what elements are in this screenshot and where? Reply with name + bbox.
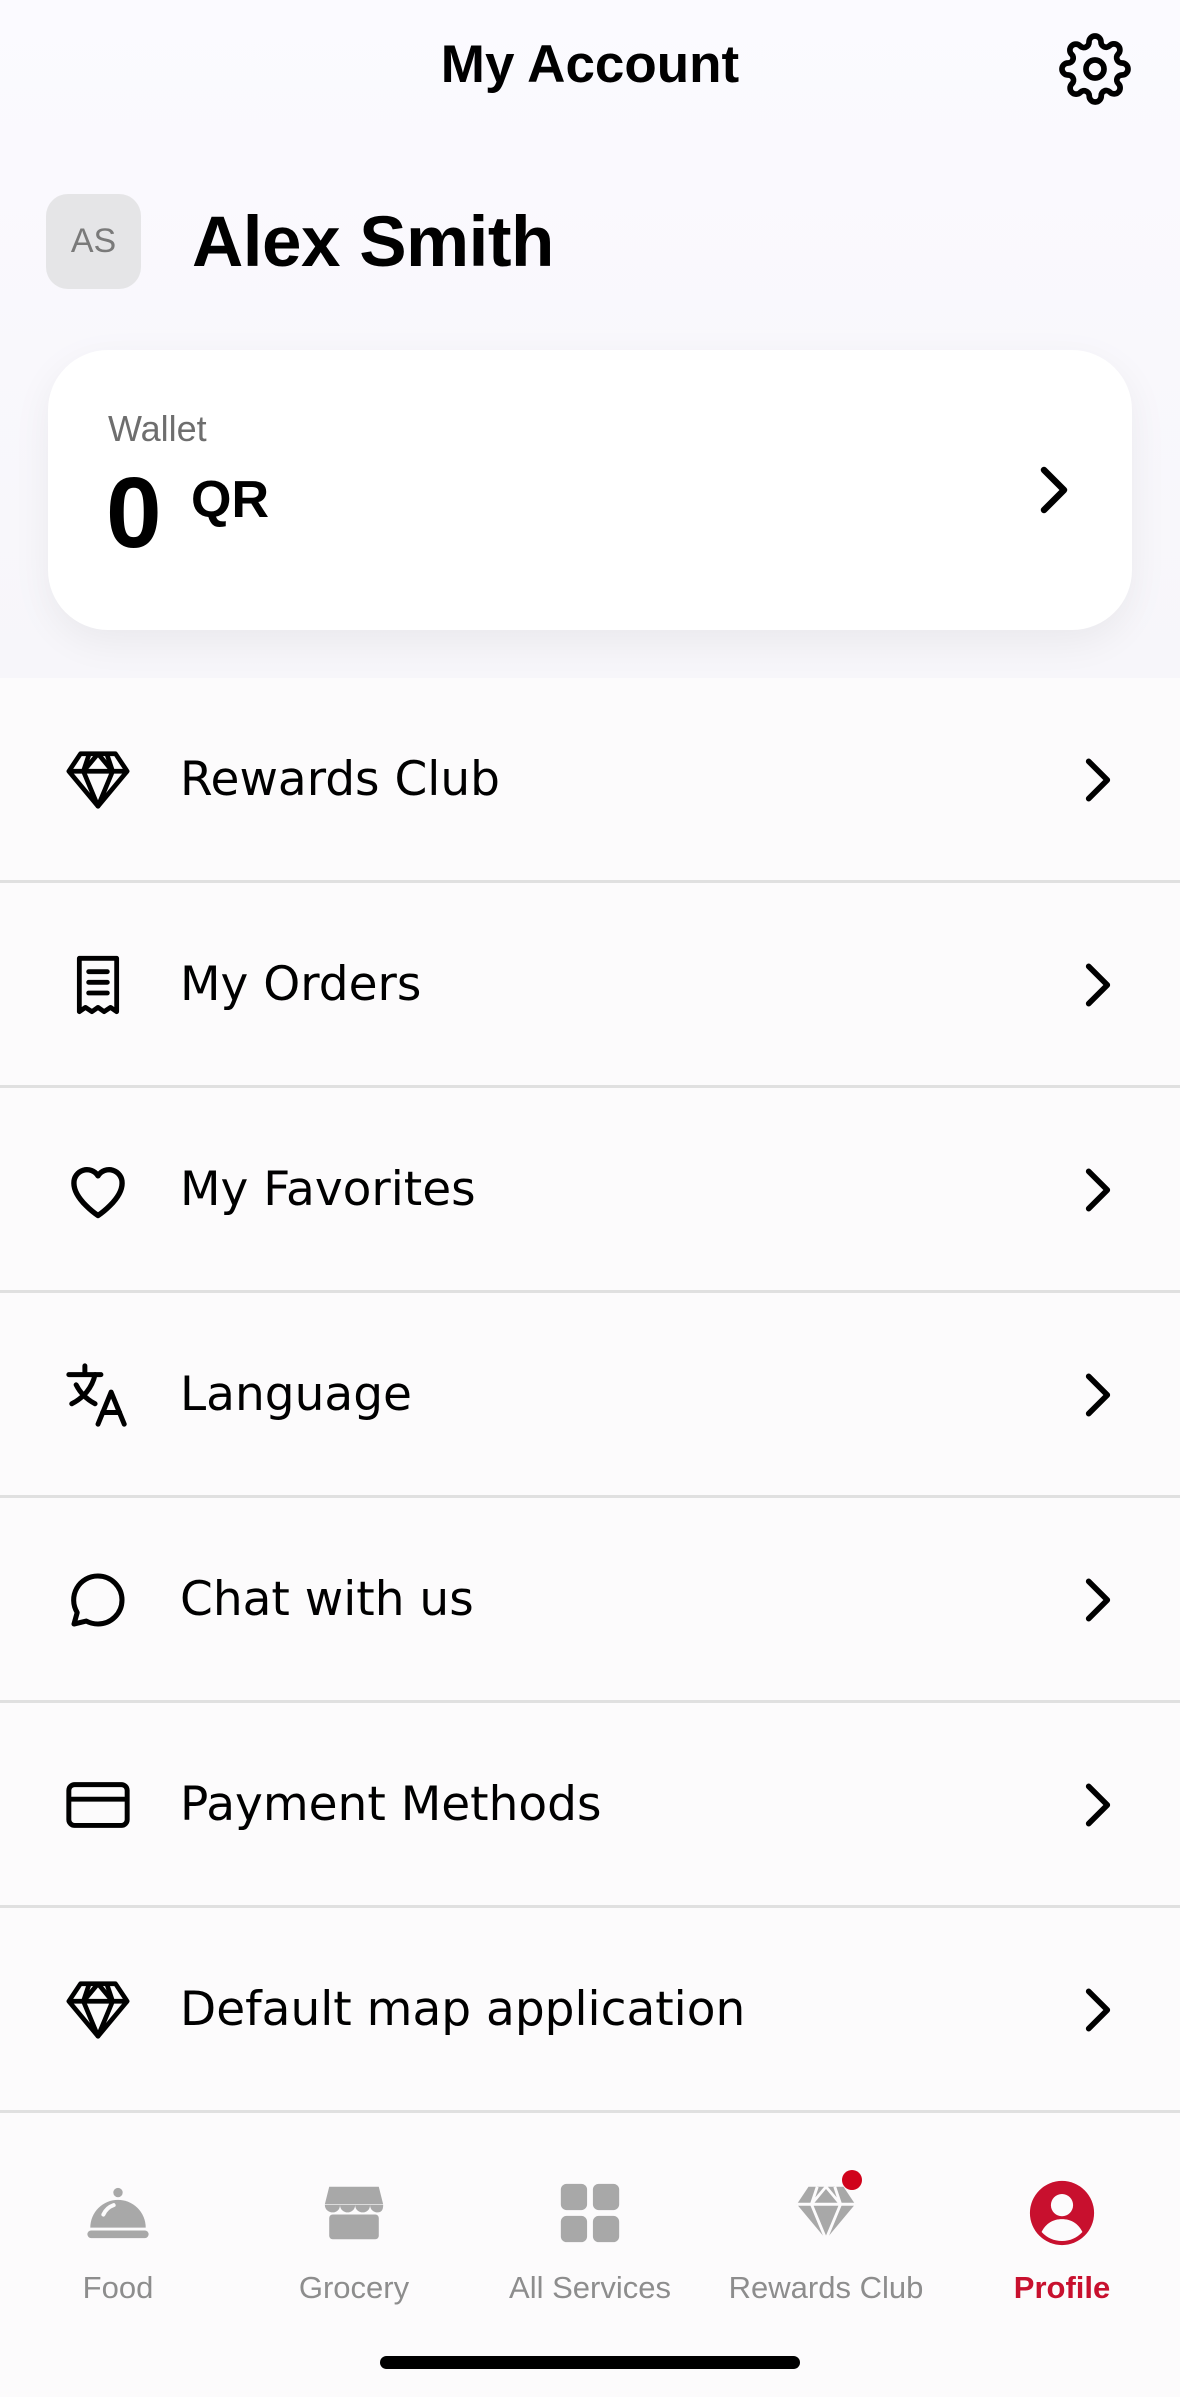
tab-profile[interactable]: Profile bbox=[944, 2166, 1180, 2326]
tab-food[interactable]: Food bbox=[0, 2166, 236, 2326]
tab-label: Food bbox=[82, 2270, 154, 2305]
chat-bubble-icon bbox=[62, 1564, 134, 1636]
account-header: My Account AS Alex Smith Wallet 0 QR bbox=[0, 0, 1180, 678]
wallet-label: Wallet bbox=[108, 408, 207, 449]
tab-label: Grocery bbox=[298, 2270, 410, 2305]
menu-item-label: Default map application bbox=[180, 1982, 746, 2037]
account-menu: Rewards Club My Orders My Favorites Lang… bbox=[0, 678, 1180, 2113]
menu-item-chat-with-us[interactable]: Chat with us bbox=[0, 1498, 1180, 1703]
menu-item-label: My Orders bbox=[180, 957, 422, 1012]
avatar[interactable]: AS bbox=[46, 194, 141, 289]
tab-label: All Services bbox=[509, 2270, 671, 2305]
chevron-right-icon bbox=[1085, 1373, 1111, 1417]
tab-grocery[interactable]: Grocery bbox=[236, 2166, 472, 2326]
chevron-right-icon bbox=[1085, 963, 1111, 1007]
menu-item-payment-methods[interactable]: Payment Methods bbox=[0, 1703, 1180, 1908]
menu-item-default-map-application[interactable]: Default map application bbox=[0, 1908, 1180, 2113]
chevron-right-icon bbox=[1085, 1988, 1111, 2032]
wallet-currency: QR bbox=[191, 471, 269, 529]
menu-item-label: My Favorites bbox=[180, 1162, 476, 1217]
tab-all-services[interactable]: All Services bbox=[472, 2166, 708, 2326]
store-icon bbox=[324, 2186, 384, 2240]
notification-dot-icon bbox=[842, 2170, 862, 2190]
menu-item-my-favorites[interactable]: My Favorites bbox=[0, 1088, 1180, 1293]
cloche-icon bbox=[87, 2187, 149, 2239]
profile-icon bbox=[1029, 2180, 1095, 2246]
settings-button[interactable] bbox=[1056, 30, 1134, 108]
grid-icon bbox=[560, 2183, 620, 2243]
diamond-icon bbox=[62, 1974, 134, 2046]
credit-card-icon bbox=[62, 1769, 134, 1841]
heart-icon bbox=[62, 1154, 134, 1226]
receipt-icon bbox=[62, 949, 134, 1021]
chevron-right-icon bbox=[1085, 758, 1111, 802]
chevron-right-icon bbox=[1085, 1783, 1111, 1827]
wallet-card[interactable]: Wallet 0 QR bbox=[48, 350, 1132, 630]
chevron-right-icon bbox=[1085, 1168, 1111, 1212]
menu-item-language[interactable]: Language bbox=[0, 1293, 1180, 1498]
home-indicator bbox=[380, 2356, 800, 2369]
menu-item-label: Language bbox=[180, 1367, 412, 1422]
menu-item-label: Rewards Club bbox=[180, 752, 500, 807]
menu-item-my-orders[interactable]: My Orders bbox=[0, 883, 1180, 1088]
user-name: Alex Smith bbox=[192, 203, 554, 282]
translate-icon bbox=[62, 1359, 134, 1431]
chevron-right-icon bbox=[1085, 1578, 1111, 1622]
tab-label: Rewards Club bbox=[728, 2270, 924, 2305]
menu-item-rewards-club[interactable]: Rewards Club bbox=[0, 678, 1180, 883]
diamond-icon bbox=[62, 744, 134, 816]
tab-label: Profile bbox=[1013, 2270, 1111, 2305]
menu-item-label: Chat with us bbox=[180, 1572, 474, 1627]
page-title: My Account bbox=[440, 35, 740, 94]
gear-icon bbox=[1059, 33, 1131, 105]
tab-rewards-club[interactable]: Rewards Club bbox=[708, 2166, 944, 2326]
wallet-amount: 0 bbox=[106, 457, 162, 569]
chevron-right-icon bbox=[1040, 466, 1068, 514]
menu-item-label: Payment Methods bbox=[180, 1777, 602, 1832]
